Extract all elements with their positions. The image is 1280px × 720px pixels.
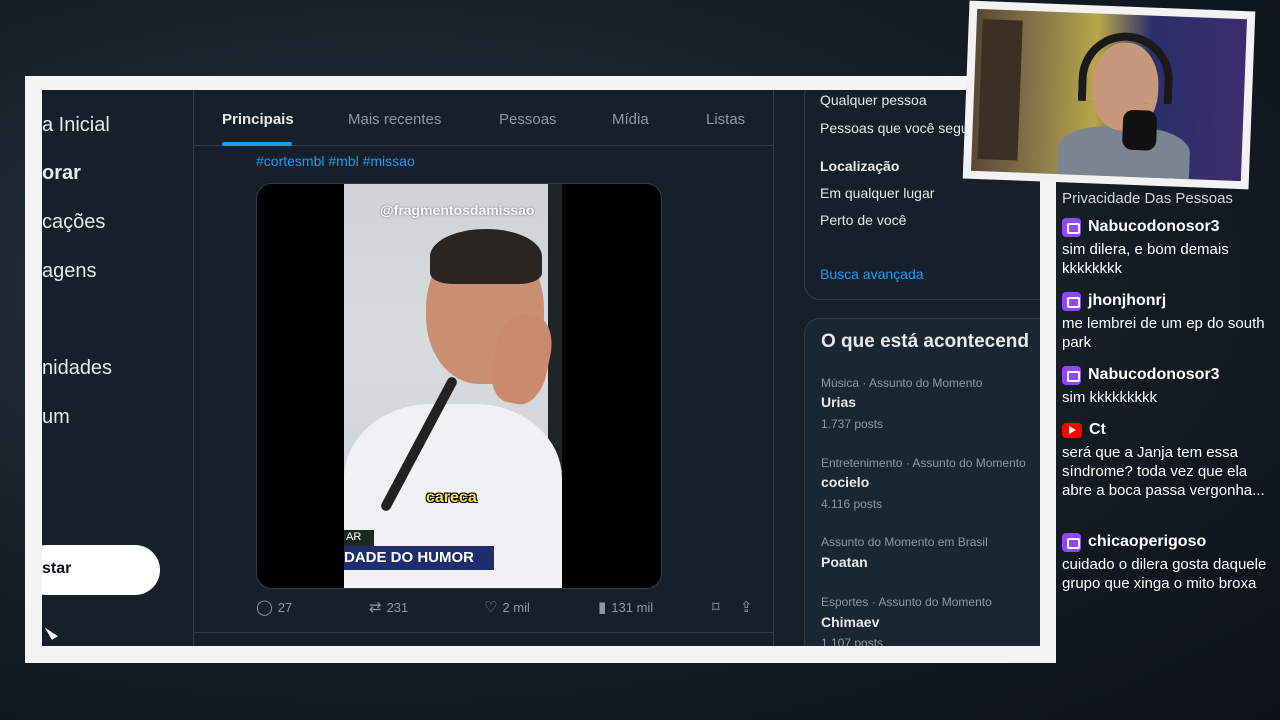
trend-name[interactable]: Chimaev [821, 614, 879, 630]
filter-location-any[interactable]: Em qualquer lugar [820, 185, 934, 201]
twitch-icon [1062, 291, 1081, 311]
chat-text: sim dilera, e bom demais kkkkkkkk [1062, 241, 1229, 277]
trend-count: 1.107 posts [821, 636, 884, 646]
trend-name[interactable]: cocielo [821, 474, 869, 490]
chat-text: me lembrei de um ep do south park [1062, 315, 1265, 351]
chat-author: jhonjhonrj [1088, 292, 1167, 309]
nav-item-premium[interactable]: um [42, 406, 70, 429]
microphone-icon [1121, 109, 1158, 151]
video-caption: careca [426, 489, 477, 506]
chat-author: Nabucodonosor3 [1088, 366, 1220, 383]
headphones-icon [1077, 30, 1175, 105]
chat-cut-line: Privacidade Das Pessoas [1062, 190, 1233, 207]
live-chat: Privacidade Das Pessoas Nabucodonosor3 s… [1060, 188, 1270, 628]
chat-message: jhonjhonrj me lembrei de um ep do south … [1062, 290, 1268, 352]
webcam-bookshelf [977, 19, 1023, 161]
youtube-icon [1062, 422, 1082, 438]
video-person-hair [430, 229, 542, 284]
bar-chart-icon: ▮ [598, 599, 607, 616]
repost-count: 231 [386, 600, 409, 615]
nav-item-communities[interactable]: nidades [42, 357, 112, 380]
twitch-icon [1062, 365, 1081, 385]
tab-top[interactable]: Principais [222, 111, 294, 128]
share-button[interactable]: ⇪ [740, 600, 753, 615]
filter-location-near[interactable]: Perto de você [820, 212, 906, 228]
chat-message: chicaoperigoso cuidado o dilera gosta da… [1062, 531, 1268, 593]
nav-item-messages[interactable]: agens [42, 260, 97, 283]
chat-text: cuidado o dilera gosta daquele grupo que… [1062, 556, 1267, 592]
advanced-search-link[interactable]: Busca avançada [820, 266, 924, 282]
video-lower-third: DADE DO HUMOR [344, 546, 494, 570]
x-search-page: a Inicial orar cações agens nidades um s… [42, 90, 1040, 646]
view-count: 131 mil [611, 600, 654, 615]
like-count: 2 mil [502, 600, 530, 615]
repost-button[interactable]: ⇄ 231 [369, 600, 408, 615]
trend-meta: Esportes · Assunto do Momento [821, 595, 992, 609]
twitch-icon [1062, 532, 1081, 552]
chat-author: chicaoperigoso [1088, 533, 1207, 550]
chat-text: sim kkkkkkkkk [1062, 389, 1157, 406]
trend-meta: Assunto do Momento em Brasil [821, 535, 988, 549]
trend-count: 1.737 posts [821, 417, 884, 431]
nav-item-home[interactable]: a Inicial [42, 114, 110, 137]
repost-icon: ⇄ [369, 599, 382, 616]
trend-name[interactable]: Poatan [821, 554, 868, 570]
chat-message: Nabucodonosor3 sim kkkkkkkkk [1062, 364, 1268, 407]
reply-icon: ◯ [256, 599, 273, 616]
active-tab-indicator [222, 142, 292, 146]
chat-message: Ct será que a Janja tem essa síndrome? t… [1062, 419, 1268, 500]
reply-count: 27 [277, 600, 293, 615]
post-actions: ◯ 27 ⇄ 231 ♡ 2 mil ▮ 131 mil ⌑ ⇪ [256, 600, 766, 622]
twitch-icon [1062, 217, 1081, 237]
chat-author: Nabucodonosor3 [1088, 218, 1220, 235]
nav-item-explore[interactable]: orar [42, 162, 81, 185]
webcam-overlay [962, 0, 1256, 190]
bookmark-button[interactable]: ⌑ [712, 600, 720, 615]
views-button[interactable]: ▮ 131 mil [598, 600, 653, 615]
filter-people-any[interactable]: Qualquer pessoa [820, 92, 927, 108]
bookmark-icon: ⌑ [712, 599, 720, 616]
chat-message: Nabucodonosor3 sim dilera, e bom demais … [1062, 216, 1268, 278]
like-button[interactable]: ♡ 2 mil [484, 600, 530, 615]
trends-panel: O que está acontecend Música · Assunto d… [804, 318, 1040, 646]
webcam-video [970, 8, 1248, 182]
share-icon: ⇪ [740, 599, 753, 616]
heart-icon: ♡ [484, 599, 498, 616]
tab-media[interactable]: Mídia [612, 111, 649, 128]
video-lower-third-tag: AR [344, 530, 374, 546]
post-hashtags[interactable]: #cortesmbl #mbl #missao [256, 153, 415, 169]
filter-location-heading: Localização [820, 158, 900, 174]
trend-name[interactable]: Urias [821, 394, 856, 410]
trend-meta: Entretenimento · Assunto do Momento [821, 456, 1026, 470]
trends-title: O que está acontecend [821, 331, 1030, 352]
reply-button[interactable]: ◯ 27 [256, 600, 292, 615]
video-frame: @fragmentosdamissao careca AR DADE DO HU… [344, 184, 562, 588]
mouse-cursor-icon [44, 624, 59, 640]
filter-people-follow[interactable]: Pessoas que você segu [820, 120, 969, 136]
post-divider [194, 632, 774, 633]
tab-people[interactable]: Pessoas [499, 111, 557, 128]
search-tabs: Principais Mais recentes Pessoas Mídia L… [194, 90, 774, 146]
tab-latest[interactable]: Mais recentes [348, 111, 441, 128]
left-nav: a Inicial orar cações agens nidades um s… [42, 90, 194, 646]
post-button[interactable]: star [42, 545, 160, 595]
tab-lists[interactable]: Listas [706, 111, 745, 128]
trend-meta: Música · Assunto do Momento [821, 376, 983, 390]
trend-count: 4.116 posts [821, 497, 883, 511]
nav-item-notifications[interactable]: cações [42, 211, 105, 234]
post-video[interactable]: @fragmentosdamissao careca AR DADE DO HU… [256, 183, 662, 589]
search-results-column: Principais Mais recentes Pessoas Mídia L… [194, 90, 774, 646]
video-watermark: @fragmentosdamissao [380, 202, 535, 218]
chat-text: será que a Janja tem essa síndrome? toda… [1062, 444, 1265, 499]
chat-author: Ct [1089, 421, 1106, 438]
